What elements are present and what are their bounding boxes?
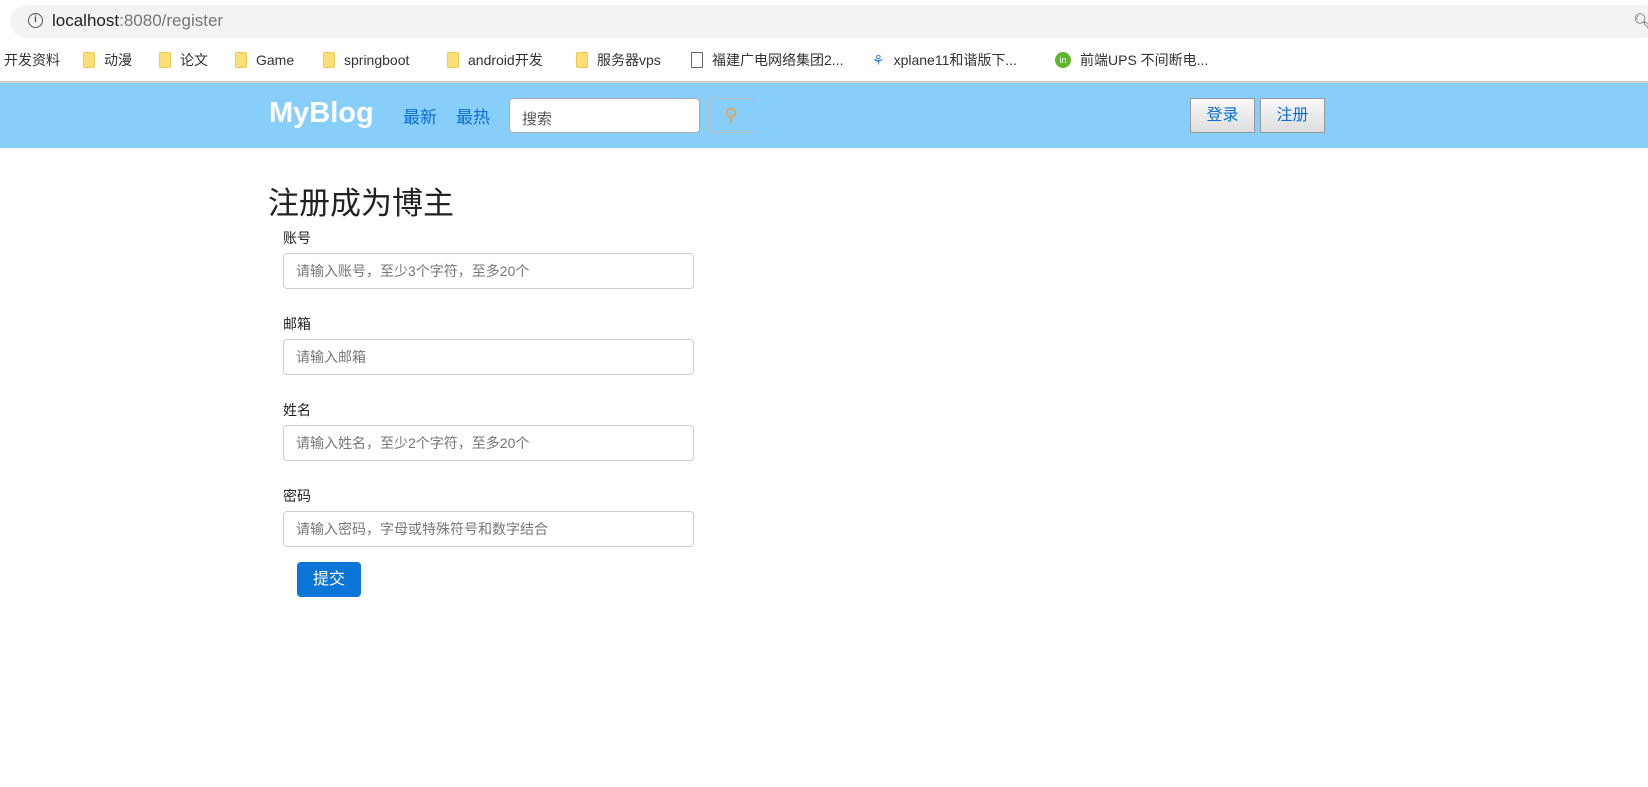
info-icon[interactable]: i — [28, 13, 43, 28]
folder-icon — [159, 52, 171, 68]
account-input[interactable]: 请输入账号，至少3个字符，至多20个 — [283, 253, 694, 289]
page-icon — [691, 52, 703, 68]
url-path: :8080/register — [119, 11, 224, 30]
bookmark-item[interactable]: ⚘ xplane11和谐版下... — [872, 50, 1017, 70]
bookmark-item[interactable]: 动漫 — [83, 50, 132, 70]
bookmark-label: 福建广电网络集团2... — [712, 52, 844, 68]
bookmark-label: 动漫 — [104, 52, 132, 68]
leaf-icon: in — [1055, 52, 1071, 68]
name-label: 姓名 — [283, 402, 311, 418]
login-button[interactable]: 登录 — [1190, 98, 1255, 133]
folder-icon — [83, 52, 95, 68]
bookmark-label: xplane11和谐版下... — [893, 52, 1018, 68]
folder-icon — [447, 52, 459, 68]
bookmark-label: Game — [256, 52, 295, 68]
url-text[interactable]: localhost:8080/register — [52, 11, 223, 31]
page-title: 注册成为博主 — [268, 186, 454, 221]
bookmark-label: 开发资料 — [4, 52, 60, 68]
name-input[interactable]: 请输入姓名，至少2个字符，至多20个 — [283, 425, 694, 461]
address-bar[interactable] — [10, 5, 1648, 38]
nav-latest-link[interactable]: 最新 — [403, 103, 437, 128]
bookmark-item[interactable]: springboot — [323, 50, 409, 70]
register-button[interactable]: 注册 — [1260, 98, 1325, 133]
search-icon: ⚲ — [724, 105, 738, 125]
bookmark-label: 服务器vps — [597, 52, 661, 68]
bookmark-label: springboot — [344, 52, 410, 68]
bookmark-item[interactable]: 论文 — [159, 50, 208, 70]
account-label: 账号 — [283, 230, 311, 246]
password-input[interactable]: 请输入密码，字母或特殊符号和数字结合 — [283, 511, 694, 547]
search-button[interactable]: ⚲ — [708, 98, 754, 133]
bookmark-item[interactable]: 开发资料 — [4, 50, 60, 70]
bookmark-item[interactable]: Game — [235, 50, 294, 70]
bookmark-item[interactable]: 服务器vps — [576, 50, 661, 70]
bookmark-label: 前端UPS 不间断电... — [1080, 52, 1209, 68]
email-input[interactable]: 请输入邮箱 — [283, 339, 694, 375]
baidu-paw-icon: ⚘ — [872, 51, 885, 68]
url-host: localhost — [52, 11, 120, 30]
navbar — [0, 83, 1648, 148]
email-label: 邮箱 — [283, 316, 311, 332]
password-label: 密码 — [283, 488, 311, 504]
bookmark-label: 论文 — [180, 52, 208, 68]
bookmark-item[interactable]: in 前端UPS 不间断电... — [1055, 50, 1208, 70]
folder-icon — [576, 52, 588, 68]
submit-button[interactable]: 提交 — [297, 562, 361, 597]
folder-icon — [235, 52, 247, 68]
bookmark-item[interactable]: android开发 — [447, 50, 543, 70]
folder-icon — [323, 52, 335, 68]
brand-logo[interactable]: MyBlog — [269, 97, 374, 130]
search-input[interactable]: 搜索 — [509, 98, 700, 133]
nav-hot-link[interactable]: 最热 — [456, 103, 490, 128]
bookmark-item[interactable]: 福建广电网络集团2... — [691, 50, 843, 70]
bookmark-label: android开发 — [468, 52, 543, 68]
zoom-icon[interactable]: 🔍︎ — [1633, 12, 1648, 30]
